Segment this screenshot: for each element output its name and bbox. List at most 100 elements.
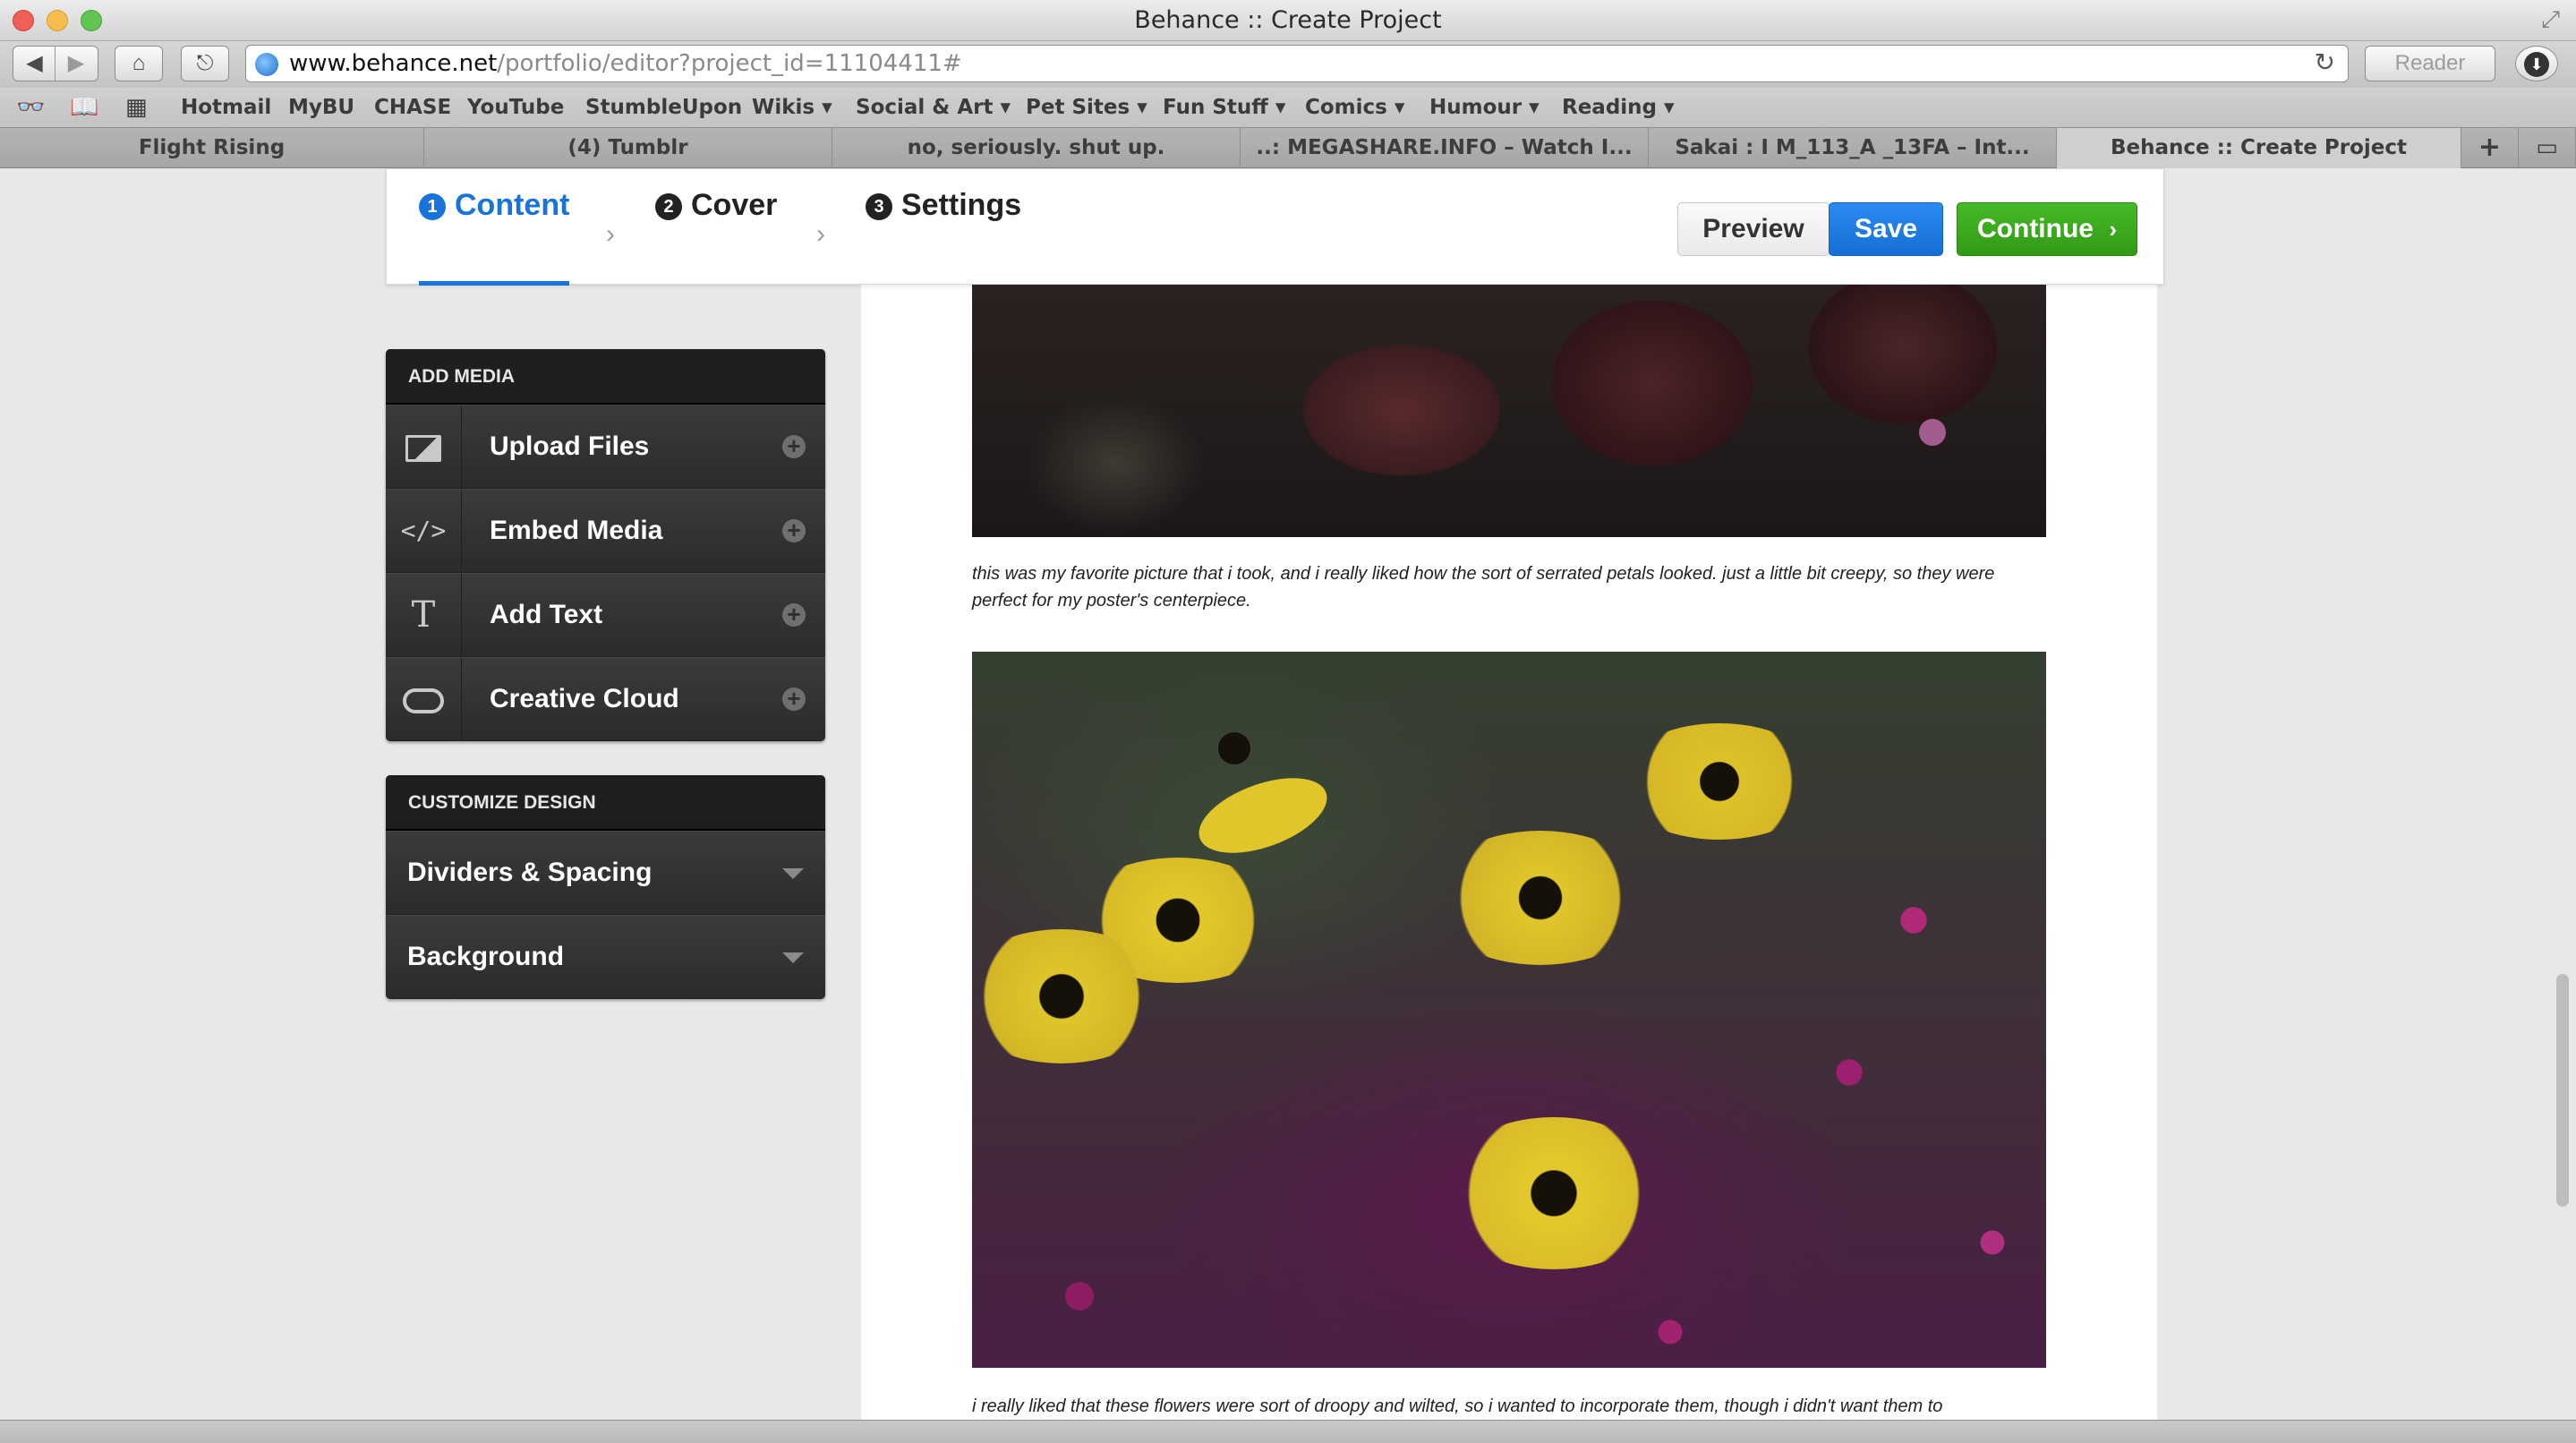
bookmark-mybu[interactable]: MyBU <box>288 88 354 127</box>
downloads-button[interactable]: ⬇ <box>2515 46 2558 81</box>
flower-center <box>1218 732 1250 764</box>
add-icon: + <box>782 602 806 627</box>
step-number: 3 <box>866 193 892 221</box>
chevron-right-icon: › <box>2109 216 2117 243</box>
back-icon[interactable]: ◀ <box>14 47 55 81</box>
bookmark-hotmail[interactable]: Hotmail <box>181 88 271 127</box>
step-cover[interactable]: 2 Cover <box>655 169 777 286</box>
minimize-window-button[interactable] <box>47 10 68 31</box>
chevron-right-icon: › <box>816 219 825 249</box>
text-icon: T <box>386 574 462 656</box>
tab-overview-button[interactable]: ▭ <box>2519 128 2576 169</box>
image-caption-2[interactable]: i really liked that these flowers were s… <box>972 1393 2046 1420</box>
tab-tumblr[interactable]: (4) Tumblr <box>424 128 832 169</box>
window-titlebar: Behance :: Create Project ⤢ <box>0 0 2576 41</box>
image-icon <box>386 406 462 488</box>
new-tab-button[interactable]: + <box>2461 128 2519 169</box>
bookmark-humour[interactable]: Humour ▾ <box>1429 88 1540 127</box>
upload-files-label: Upload Files <box>490 431 650 461</box>
tab-behance[interactable]: Behance :: Create Project <box>2057 128 2461 169</box>
creative-cloud-button[interactable]: Creative Cloud + <box>386 657 825 741</box>
add-media-heading: ADD MEDIA <box>386 349 825 405</box>
bookmark-wikis[interactable]: Wikis ▾ <box>752 88 832 127</box>
plus-icon: + <box>2478 132 2502 163</box>
reading-list-icon[interactable]: 👓 <box>16 88 45 127</box>
caret-down-icon <box>782 952 804 963</box>
upload-files-button[interactable]: Upload Files + <box>386 405 825 489</box>
top-sites-icon[interactable]: ▦ <box>125 88 148 127</box>
step-label: Content <box>455 188 570 222</box>
image-caption-1[interactable]: this was my favorite picture that i took… <box>972 560 2046 614</box>
step-label: Cover <box>691 188 778 222</box>
editor-steps-bar: 1 Content › 2 Cover › 3 Settings Preview Sa… <box>386 168 2164 286</box>
step-number: 2 <box>655 193 682 221</box>
bookmark-social-art[interactable]: Social & Art ▾ <box>856 88 1011 127</box>
save-button[interactable]: Save <box>1829 202 1943 256</box>
share-button[interactable]: ⎋ <box>181 46 229 81</box>
add-text-button[interactable]: T Add Text + <box>386 573 825 657</box>
embed-media-label: Embed Media <box>490 516 663 545</box>
step-settings[interactable]: 3 Settings <box>866 169 1021 286</box>
caret-down-icon <box>782 868 804 879</box>
flower <box>1437 1117 1670 1269</box>
fullscreen-icon[interactable]: ⤢ <box>2541 5 2560 34</box>
bookmark-comics[interactable]: Comics ▾ <box>1305 88 1404 127</box>
home-button[interactable]: ⌂ <box>115 46 163 81</box>
step-content[interactable]: 1 Content <box>419 169 570 286</box>
add-icon: + <box>782 434 806 458</box>
bookmark-reading[interactable]: Reading ▾ <box>1562 88 1675 127</box>
creative-cloud-label: Creative Cloud <box>490 684 679 713</box>
continue-button[interactable]: Continue › <box>1957 202 2137 256</box>
creative-cloud-icon <box>386 658 462 740</box>
tab-overview-icon: ▭ <box>2536 134 2558 161</box>
bookmark-fun-stuff[interactable]: Fun Stuff ▾ <box>1163 88 1285 127</box>
back-forward-buttons: ◀ ▶ <box>13 46 98 81</box>
bookmark-stumbleupon[interactable]: StumbleUpon <box>585 88 742 127</box>
browser-toolbar: ◀ ▶ ⌂ ⎋ www.behance.net/portfolio/editor?… <box>0 41 2576 88</box>
tab-flight-rising[interactable]: Flight Rising <box>0 128 424 169</box>
address-bar[interactable]: www.behance.net/portfolio/editor?project… <box>245 45 2349 82</box>
project-image-coleus[interactable] <box>972 285 2046 537</box>
project-image-flowers[interactable] <box>972 652 2046 1368</box>
tab-shut-up[interactable]: no, seriously. shut up. <box>832 128 1241 169</box>
background-dropdown[interactable]: Background <box>386 915 825 999</box>
flower <box>1429 831 1652 965</box>
flower <box>972 929 1169 1063</box>
add-text-label: Add Text <box>490 600 603 629</box>
tab-bar: Flight Rising (4) Tumblr no, seriously. … <box>0 127 2576 169</box>
continue-label: Continue <box>1977 214 2094 243</box>
globe-icon <box>255 53 278 76</box>
dividers-spacing-dropdown[interactable]: Dividers & Spacing <box>386 831 825 915</box>
url-path: /portfolio/editor?project_id=11104411# <box>497 50 962 77</box>
flower-detail <box>1919 419 1946 446</box>
url-domain: www.behance.net <box>289 50 498 77</box>
close-window-button[interactable] <box>13 10 34 31</box>
zoom-window-button[interactable] <box>81 10 102 31</box>
add-icon: + <box>782 518 806 542</box>
bookmark-pet-sites[interactable]: Pet Sites ▾ <box>1026 88 1147 127</box>
dividers-spacing-label: Dividers & Spacing <box>407 858 653 887</box>
embed-media-button[interactable]: </> Embed Media + <box>386 489 825 573</box>
tab-megashare[interactable]: ..: MEGASHARE.INFO – Watch I... <box>1241 128 1649 169</box>
home-icon: ⌂ <box>132 51 146 75</box>
bookmark-chase[interactable]: CHASE <box>374 88 451 127</box>
step-number: 1 <box>419 193 446 221</box>
code-icon: </> <box>386 490 462 572</box>
url-text[interactable]: www.behance.net/portfolio/editor?project… <box>289 46 962 81</box>
reader-button[interactable]: Reader <box>2365 46 2495 81</box>
status-bar <box>0 1420 2576 1443</box>
tab-sakai[interactable]: Sakai : I M_113_A _13FA – Int... <box>1649 128 2057 169</box>
download-icon: ⬇ <box>2524 52 2549 77</box>
window-title: Behance :: Create Project <box>1134 6 1442 34</box>
step-label: Settings <box>901 188 1022 222</box>
reload-icon[interactable]: ↻ <box>2315 47 2335 77</box>
background-label: Background <box>407 942 565 971</box>
customize-design-panel: CUSTOMIZE DESIGN Dividers & Spacing Back… <box>386 775 825 999</box>
page-scrollbar[interactable] <box>2556 974 2569 1207</box>
bookmarks-icon[interactable]: 📖 <box>70 88 98 127</box>
forward-icon[interactable]: ▶ <box>55 47 97 81</box>
customize-design-heading: CUSTOMIZE DESIGN <box>386 775 825 831</box>
preview-button[interactable]: Preview <box>1677 202 1830 256</box>
bookmark-youtube[interactable]: YouTube <box>467 88 564 127</box>
petal <box>1189 763 1337 868</box>
